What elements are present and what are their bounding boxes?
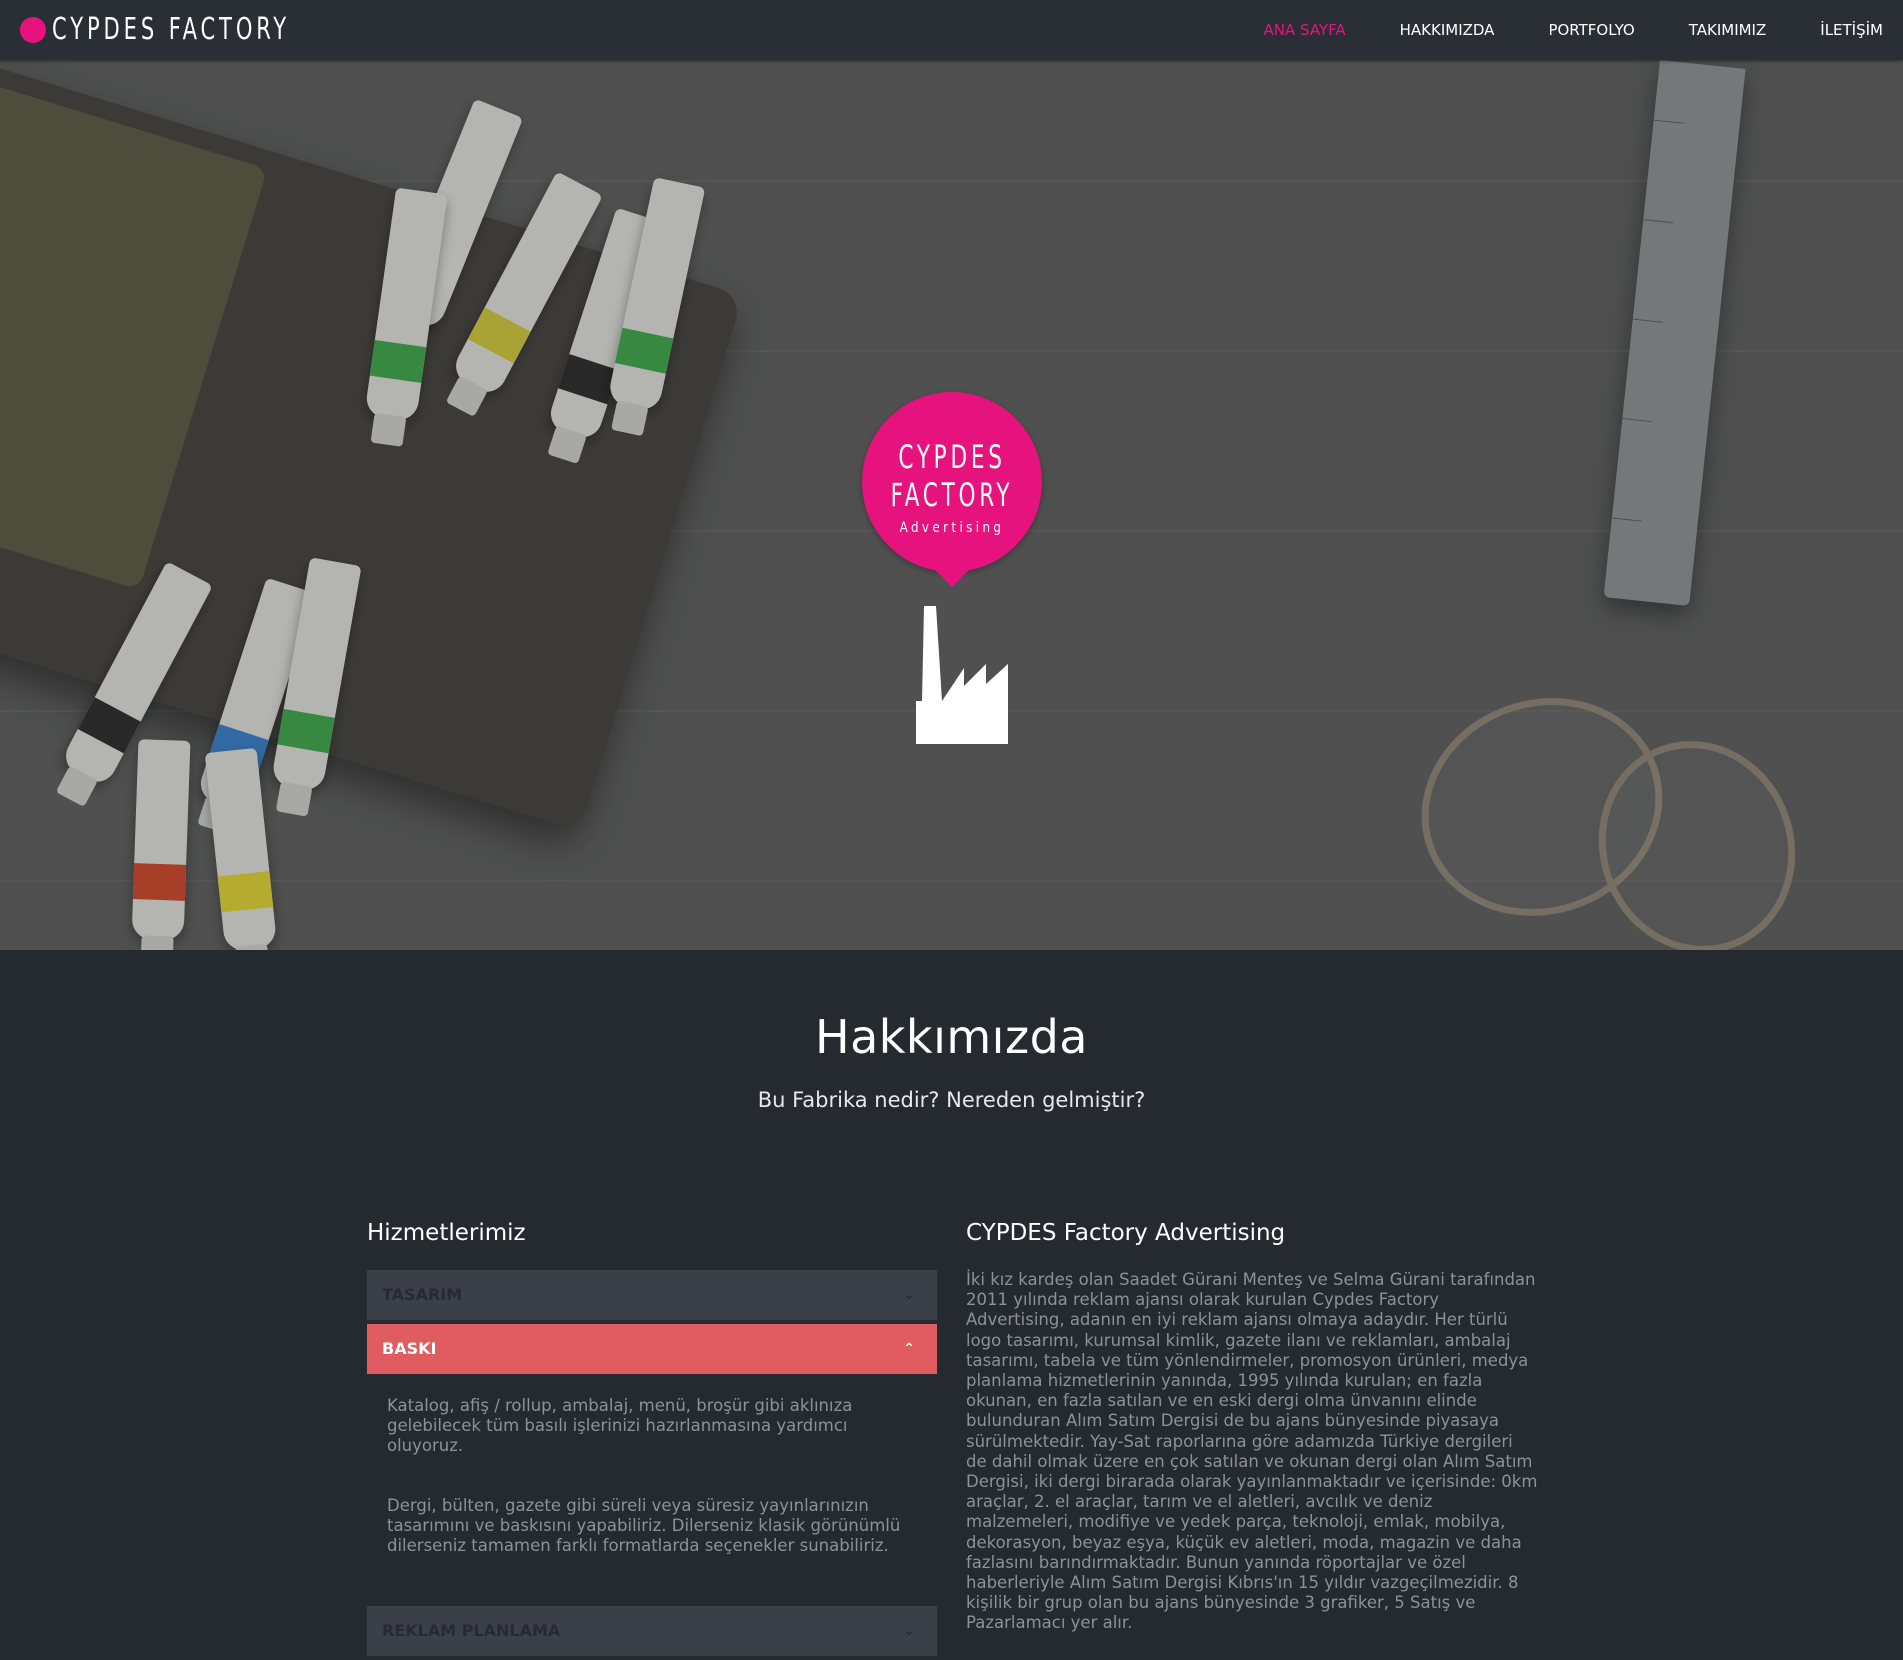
services-title: Hizmetlerimiz xyxy=(367,1220,526,1246)
chevron-down-icon: ⌄ xyxy=(903,1623,915,1639)
accordion-label: TASARIM xyxy=(382,1285,463,1304)
badge-line-1: CYPDES xyxy=(898,438,1006,476)
section-title: Hakkımızda xyxy=(815,1010,1088,1064)
accordion-paragraph: Dergi, bülten, gazete gibi süreli veya s… xyxy=(387,1496,901,1555)
accordion-label: REKLAM PLANLAMA xyxy=(382,1621,561,1640)
accordion-paragraph: Katalog, afiş / rollup, ambalaj, menü, b… xyxy=(387,1396,853,1455)
chevron-up-icon: ⌃ xyxy=(903,1341,915,1357)
nav-item-iletisim[interactable]: İLETİŞİM xyxy=(1820,21,1883,39)
badge-line-3: Advertising xyxy=(899,520,1005,536)
accordion-baski-body: Katalog, afiş / rollup, ambalaj, menü, b… xyxy=(367,1378,937,1556)
factory-icon xyxy=(916,606,1008,744)
brand-logo[interactable]: CYPDES FACTORY xyxy=(20,12,357,47)
top-navbar: CYPDES FACTORY ANA SAYFA HAKKIMIZDA PORT… xyxy=(0,0,1903,60)
hero-banner: CYPDES FACTORY Advertising xyxy=(0,60,1903,950)
company-description: İki kız kardeş olan Saadet Gürani Menteş… xyxy=(966,1270,1538,1633)
accordion-label: BASKI xyxy=(382,1339,437,1358)
nav-item-ana-sayfa[interactable]: ANA SAYFA xyxy=(1264,21,1346,39)
company-title: CYPDES Factory Advertising xyxy=(966,1220,1286,1246)
badge-line-2: FACTORY xyxy=(890,476,1014,514)
nav-item-takimimiz[interactable]: TAKIMIMIZ xyxy=(1689,21,1767,39)
section-subtitle: Bu Fabrika nedir? Nereden gelmiştir? xyxy=(757,1088,1146,1112)
brand-name: CYPDES FACTORY xyxy=(52,12,291,47)
cypdes-badge-logo: CYPDES FACTORY Advertising xyxy=(862,392,1042,572)
company-column: CYPDES Factory Advertising İki kız karde… xyxy=(966,1220,1538,1634)
nav-item-hakkimizda[interactable]: HAKKIMIZDA xyxy=(1400,21,1495,39)
accordion-reklam-planlama[interactable]: REKLAM PLANLAMA ⌄ xyxy=(367,1606,937,1656)
chevron-down-icon: ⌄ xyxy=(903,1287,915,1303)
main-nav: ANA SAYFA HAKKIMIZDA PORTFOLYO TAKIMIMIZ… xyxy=(1210,0,1883,60)
accordion-tasarim[interactable]: TASARIM ⌄ xyxy=(367,1270,937,1320)
brand-dot-icon xyxy=(20,16,46,43)
services-column: Hizmetlerimiz TASARIM ⌄ BASKI ⌃ Katalog,… xyxy=(367,1220,937,1660)
nav-item-portfolyo[interactable]: PORTFOLYO xyxy=(1548,21,1634,39)
accordion-baski[interactable]: BASKI ⌃ xyxy=(367,1324,937,1374)
